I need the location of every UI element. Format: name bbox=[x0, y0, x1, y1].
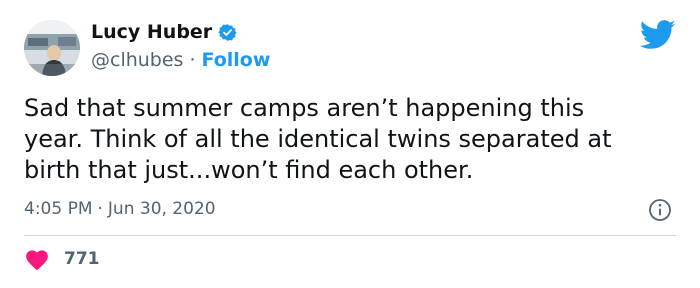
avatar[interactable] bbox=[24, 20, 80, 76]
author-handle-row: @clhubes · Follow bbox=[91, 49, 270, 71]
tweet-time[interactable]: 4:05 PM bbox=[24, 199, 93, 219]
heart-icon[interactable] bbox=[24, 247, 50, 271]
handle-separator: · bbox=[189, 49, 196, 71]
tweet-card: Lucy Huber @clhubes · Follow Sad that su… bbox=[0, 0, 700, 288]
like-action[interactable]: 771 bbox=[24, 247, 100, 271]
verified-badge-icon bbox=[218, 23, 237, 42]
follow-button[interactable]: Follow bbox=[202, 49, 271, 71]
tweet-date[interactable]: Jun 30, 2020 bbox=[108, 199, 216, 219]
author-handle[interactable]: @clhubes bbox=[91, 49, 183, 71]
tweet-meta: 4:05 PM · Jun 30, 2020 bbox=[24, 199, 216, 219]
tweet-text: Sad that summer camps aren’t happening t… bbox=[24, 94, 612, 184]
info-icon[interactable] bbox=[648, 198, 672, 222]
twitter-bird-icon[interactable] bbox=[639, 20, 676, 50]
author-name[interactable]: Lucy Huber bbox=[91, 21, 212, 43]
like-count: 771 bbox=[64, 249, 100, 269]
meta-separator: · bbox=[97, 199, 103, 219]
divider bbox=[24, 235, 676, 236]
author-name-row: Lucy Huber bbox=[91, 21, 237, 43]
